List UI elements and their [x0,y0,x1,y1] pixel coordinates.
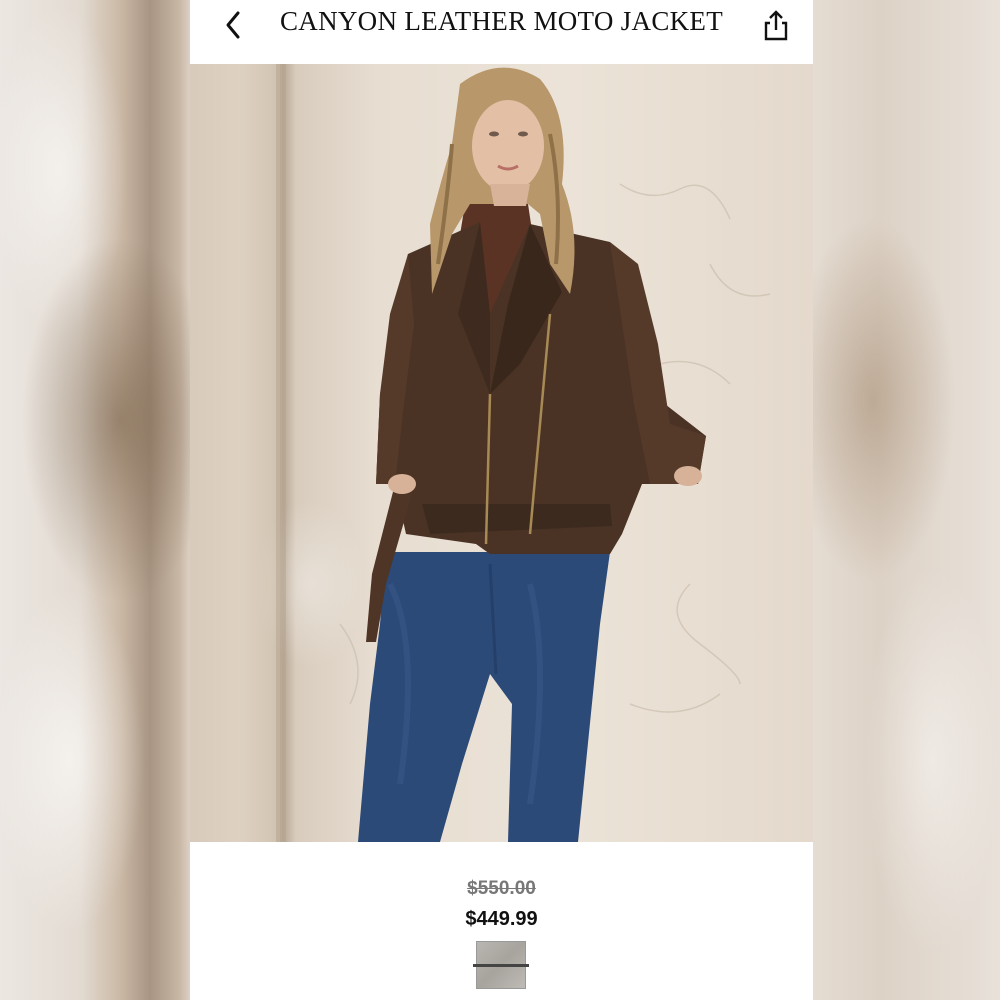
product-image-carousel[interactable] [190,64,813,842]
page-title: CANYON LEATHER MOTO JACKET [279,6,724,36]
product-photo [190,64,771,842]
product-screen: CANYON LEATHER MOTO JACKET $550.00 $449.… [190,0,813,1000]
share-icon [764,10,788,41]
sale-price: $449.99 [465,908,538,930]
original-price: $550.00 [467,878,536,899]
color-swatch[interactable] [473,940,529,994]
swatch-selected-indicator [473,964,529,967]
top-bar: CANYON LEATHER MOTO JACKET [190,0,813,64]
price-block: $550.00 $449.99 [190,878,813,932]
share-button[interactable] [761,8,791,42]
